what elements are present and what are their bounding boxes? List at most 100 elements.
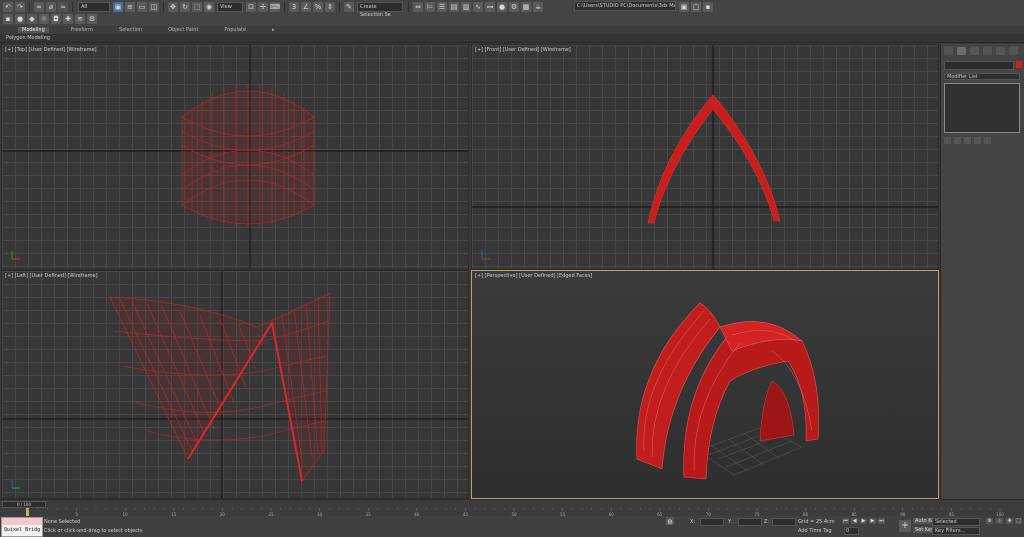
viewport-front[interactable]: [+] [Front] [User Defined] [Wireframe] — [471, 44, 939, 270]
modifier-stack[interactable] — [944, 83, 1020, 133]
material-editor-icon[interactable]: ● — [497, 2, 507, 12]
tab-selection[interactable]: Selection — [115, 27, 146, 33]
window-crossing-icon[interactable]: ◫ — [149, 2, 159, 12]
place-icon[interactable]: ◉ — [204, 2, 214, 12]
wireframe-object-front[interactable] — [647, 94, 781, 224]
time-configuration-icon[interactable]: ⚙ — [986, 518, 993, 524]
viewport-perspective[interactable]: [+] [Perspective] [User Defined] [Edged … — [471, 270, 939, 499]
toggle-ribbon-icon[interactable]: ▥ — [461, 2, 471, 12]
go-to-end-icon[interactable]: ⏭ — [878, 518, 885, 524]
undo-icon[interactable]: ↶ — [3, 2, 13, 12]
viewport-left-label[interactable]: [+] [Left] [User Defined] [Wireframe] — [5, 273, 98, 279]
wireframe-object-left[interactable] — [109, 292, 331, 482]
select-manipulate-icon[interactable]: ✢ — [258, 2, 268, 12]
percent-snap-icon[interactable]: % — [313, 2, 323, 12]
create-tab-icon[interactable] — [944, 47, 953, 55]
tab-modeling[interactable]: Modeling — [18, 27, 49, 33]
create-camera-icon[interactable]: ◘ — [51, 14, 61, 24]
next-frame-icon[interactable]: ▶ — [869, 518, 876, 524]
schematic-view-icon[interactable]: ⊶ — [485, 2, 495, 12]
project-settings-icon[interactable]: ▢ — [691, 2, 701, 12]
configure-sets-icon[interactable] — [984, 137, 991, 144]
time-slider[interactable]: 0 / 100 — [2, 501, 46, 508]
show-end-result-icon[interactable] — [954, 137, 961, 144]
render-setup-icon[interactable]: ⚙ — [509, 2, 519, 12]
rotate-icon[interactable]: ↻ — [180, 2, 190, 12]
ribbon-expand-icon[interactable]: ▸ — [268, 27, 279, 33]
maximize-viewport-icon[interactable]: ⛶ — [1015, 518, 1022, 524]
display-tab-icon[interactable] — [996, 47, 1005, 55]
bind-spacewarp-icon[interactable]: ≈ — [58, 2, 68, 12]
edit-named-selection-icon[interactable]: ✎ — [344, 2, 354, 12]
lock-selection-icon[interactable]: ⊕ — [666, 517, 674, 526]
align-icon[interactable]: ⊨ — [425, 2, 435, 12]
move-icon[interactable]: ✥ — [168, 2, 178, 12]
selection-set-dropdown[interactable]: Create Selection Se — [357, 2, 403, 18]
object-color-swatch[interactable] — [1016, 61, 1022, 68]
tab-object-paint[interactable]: Object Paint — [164, 27, 202, 33]
tab-populate[interactable]: Populate — [220, 27, 250, 33]
set-key-plus-icon[interactable]: + — [899, 520, 911, 532]
reference-coord-dropdown[interactable]: View — [217, 2, 243, 12]
create-box-icon[interactable]: ▪ — [3, 14, 13, 24]
modify-tab-icon[interactable] — [957, 47, 966, 55]
create-shape-icon[interactable]: ◆ — [27, 14, 37, 24]
mirror-icon[interactable]: ⇔ — [413, 2, 423, 12]
redo-icon[interactable]: ↷ — [15, 2, 25, 12]
orbit-icon[interactable]: ✥ — [1006, 518, 1013, 524]
unlink-icon[interactable]: ⌀ — [46, 2, 56, 12]
viewport-perspective-label[interactable]: [+] [Perspective] [User Defined] [Edged … — [475, 273, 592, 279]
x-coordinate-field[interactable] — [700, 518, 724, 526]
viewport-front-label[interactable]: [+] [Front] [User Defined] [Wireframe] — [475, 47, 571, 53]
polygon-modeling-label[interactable]: Polygon Modeling — [6, 35, 50, 41]
pivot-center-icon[interactable]: ⊡ — [246, 2, 256, 12]
link-icon[interactable]: ∞ — [34, 2, 44, 12]
object-name-field[interactable] — [944, 61, 1014, 70]
play-icon[interactable]: ▶ — [860, 518, 867, 524]
current-frame-field[interactable]: 0 — [844, 527, 859, 535]
tab-freeform[interactable]: Freeform — [67, 27, 97, 33]
viewport-top-label[interactable]: [+] [Top] [User Defined] [Wireframe] — [5, 47, 97, 53]
mesh-object-perspective[interactable] — [636, 302, 819, 480]
previous-frame-icon[interactable]: ◀ — [851, 518, 858, 524]
curve-editor-icon[interactable]: ∿ — [473, 2, 483, 12]
angle-snap-icon[interactable]: ∠ — [301, 2, 311, 12]
create-light-icon[interactable]: ☼ — [39, 14, 49, 24]
project-path-field[interactable]: C:\Users\STUDIO PC\Documents\3ds Max 202… — [574, 1, 676, 11]
key-filters-button[interactable]: Key Filters... — [932, 527, 980, 535]
key-mode-dropdown[interactable]: Selected — [932, 518, 980, 526]
create-sphere-icon[interactable]: ● — [15, 14, 25, 24]
y-coordinate-field[interactable] — [738, 518, 762, 526]
snaps-toggle-icon[interactable]: 3 — [289, 2, 299, 12]
rectangular-selection-icon[interactable]: ▭ — [137, 2, 147, 12]
select-object-icon[interactable]: ▣ — [113, 2, 123, 12]
wireframe-object-top[interactable] — [181, 84, 315, 227]
selection-filter-dropdown[interactable]: All — [78, 2, 110, 12]
viewport-left[interactable]: [+] [Left] [User Defined] [Wireframe] — [1, 270, 469, 499]
z-coordinate-field[interactable] — [772, 518, 796, 526]
scale-icon[interactable]: ⬚ — [192, 2, 202, 12]
spinner-snap-icon[interactable]: ⇕ — [325, 2, 335, 12]
viewport-top[interactable]: [+] [Top] [User Defined] [Wireframe] — [1, 44, 469, 270]
modifier-list-dropdown[interactable]: Modifier List — [944, 73, 1020, 80]
utilities-tab-icon[interactable] — [1009, 47, 1018, 55]
add-time-tag[interactable]: Add Time Tag — [798, 528, 832, 534]
project-folder-icon[interactable]: ▣ — [679, 2, 689, 12]
toggle-scene-explorer-icon[interactable]: ☰ — [437, 2, 447, 12]
toggle-layer-explorer-icon[interactable]: ▤ — [449, 2, 459, 12]
hierarchy-tab-icon[interactable] — [970, 47, 979, 55]
rendered-frame-window-icon[interactable]: ▦ — [521, 2, 531, 12]
go-to-start-icon[interactable]: ⏮ — [842, 518, 849, 524]
keyboard-shortcut-icon[interactable]: ⌨ — [270, 2, 280, 12]
create-system-icon[interactable]: ⚙ — [87, 14, 97, 24]
render-production-icon[interactable]: ☕ — [533, 2, 543, 12]
create-spacewarp-icon[interactable]: ≋ — [75, 14, 85, 24]
zoom-extents-icon[interactable]: ⌕ — [996, 518, 1003, 524]
remove-modifier-icon[interactable] — [974, 137, 981, 144]
maxscript-listener[interactable]: Quixel Bridg — [1, 517, 43, 537]
create-helper-icon[interactable]: ✚ — [63, 14, 73, 24]
motion-tab-icon[interactable] — [983, 47, 992, 55]
pin-stack-icon[interactable] — [944, 137, 951, 144]
make-unique-icon[interactable] — [964, 137, 971, 144]
select-by-name-icon[interactable]: ≡ — [125, 2, 135, 12]
